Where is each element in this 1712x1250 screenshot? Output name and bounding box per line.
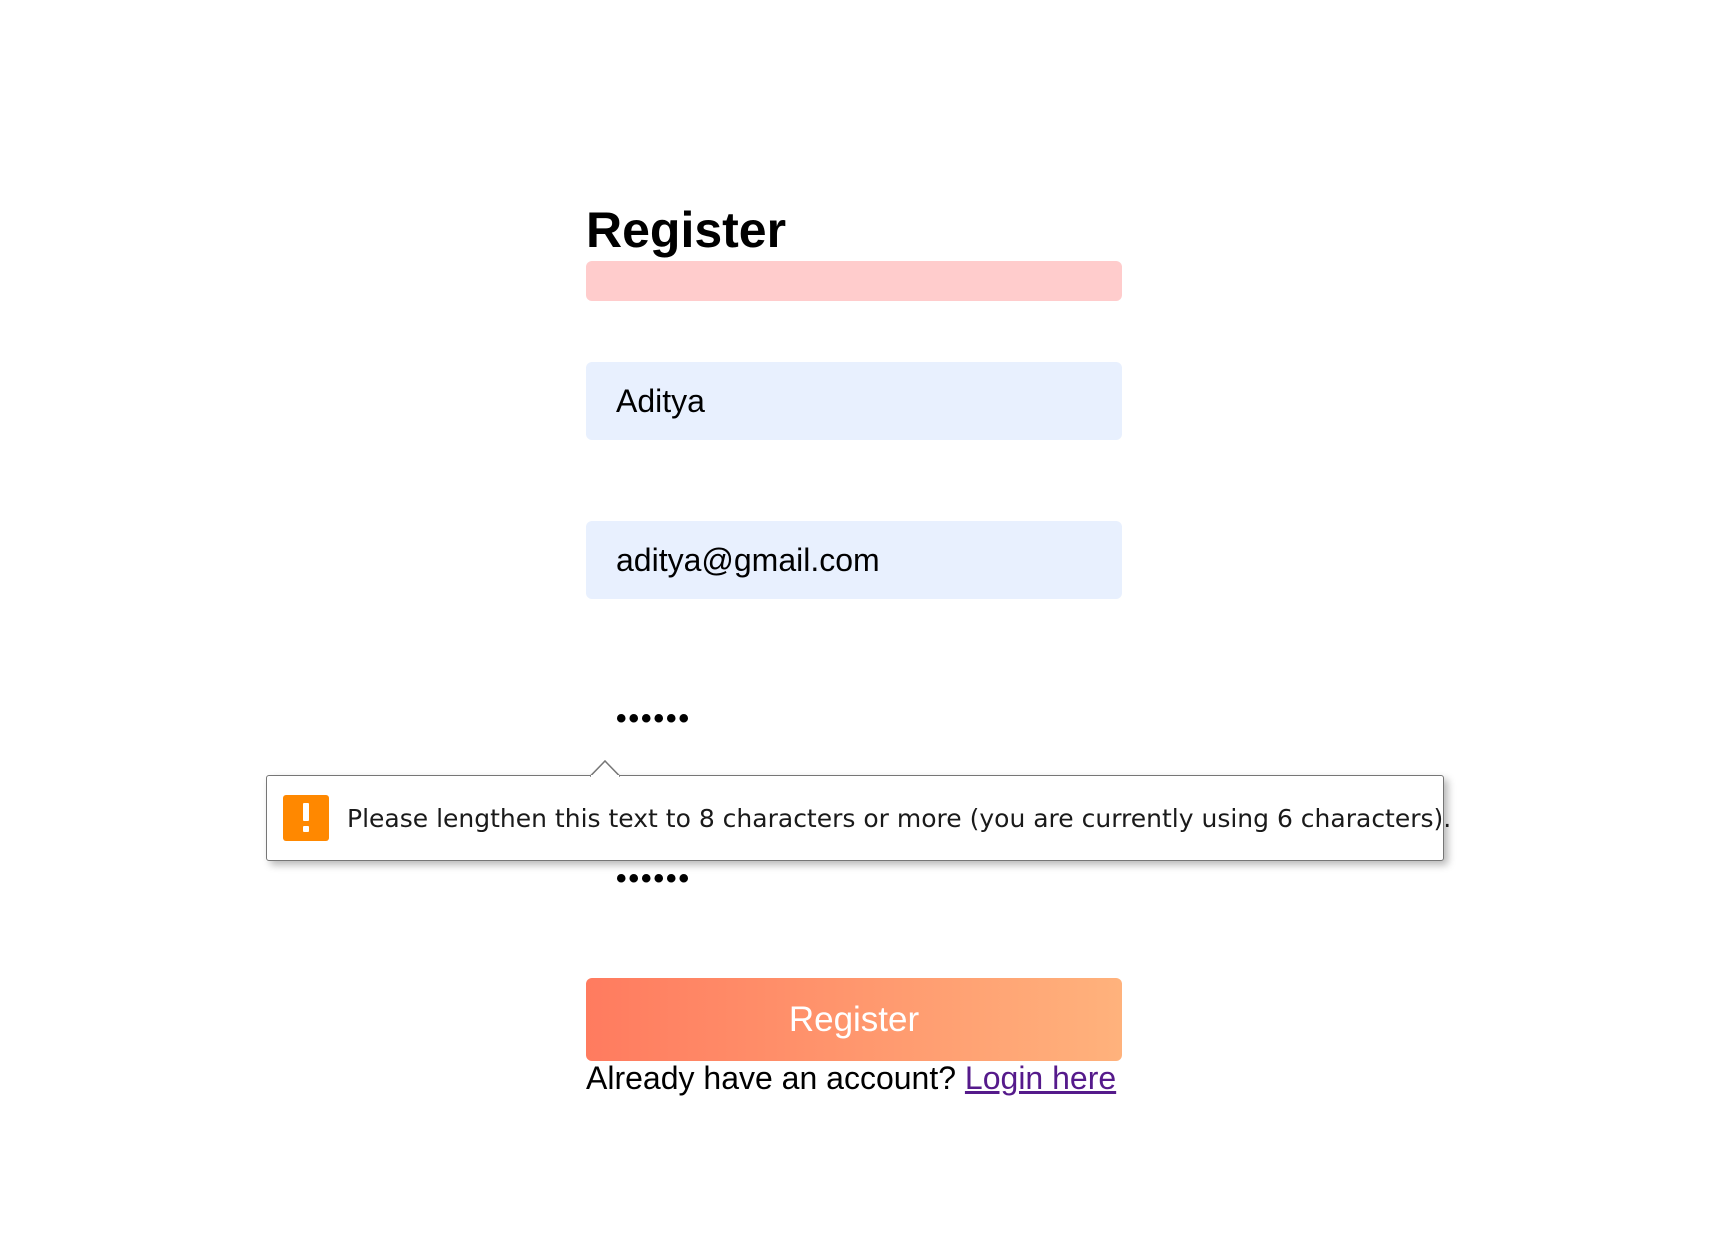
- login-prompt-line: Already have an account? Login here: [586, 1058, 1146, 1098]
- tooltip-arrow: [590, 759, 620, 777]
- login-link[interactable]: Login here: [965, 1060, 1116, 1096]
- validation-tooltip: Please lengthen this text to 8 character…: [266, 775, 1451, 861]
- email-input[interactable]: aditya@gmail.com: [586, 521, 1122, 599]
- password-input[interactable]: ••••••: [586, 680, 1122, 758]
- page-title: Register: [586, 202, 787, 258]
- name-input[interactable]: Aditya: [586, 362, 1122, 440]
- register-button[interactable]: Register: [586, 978, 1122, 1061]
- login-prompt-text: Already have an account?: [586, 1060, 957, 1096]
- error-message-bar: [586, 261, 1122, 301]
- tooltip-message: Please lengthen this text to 8 character…: [347, 803, 1452, 833]
- warning-icon: [283, 795, 329, 841]
